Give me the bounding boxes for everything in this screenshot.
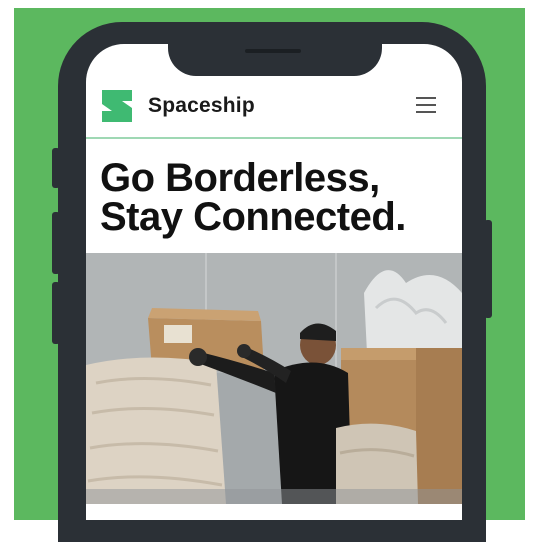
phone-screen: Spaceship Go Borderless, Stay Connected.	[86, 44, 462, 520]
spaceship-logo-icon[interactable]	[102, 90, 132, 122]
content-below-photo	[86, 504, 462, 520]
hamburger-menu-icon[interactable]	[416, 97, 438, 115]
hero-title-line: Stay Connected.	[100, 195, 406, 239]
hero-title-line: Go Borderless,	[100, 156, 380, 200]
canvas: Spaceship Go Borderless, Stay Connected.	[0, 0, 539, 542]
warehouse-worker-photo	[86, 253, 462, 504]
phone-speaker	[245, 49, 301, 53]
brand-name[interactable]: Spaceship	[148, 94, 255, 118]
hero-title: Go Borderless, Stay Connected.	[100, 156, 460, 239]
hero-photo	[86, 253, 462, 504]
phone-notch	[168, 30, 382, 76]
